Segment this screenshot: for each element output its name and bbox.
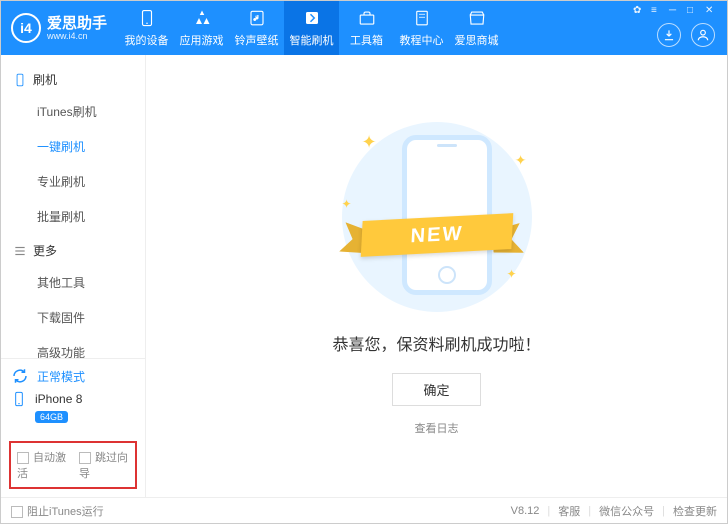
- close-icon[interactable]: ✕: [705, 5, 717, 17]
- nav-smart-flash[interactable]: 智能刷机: [284, 1, 339, 55]
- check-block-itunes[interactable]: 阻止iTunes运行: [11, 503, 104, 519]
- sidebar: 刷机 iTunes刷机 一键刷机 专业刷机 批量刷机 更多 其他工具 下载固件 …: [1, 55, 146, 497]
- nav-label: 应用游戏: [180, 32, 224, 48]
- nav-label: 爱思商城: [455, 32, 499, 48]
- sidebar-item-batch-flash[interactable]: 批量刷机: [1, 199, 145, 234]
- nav-shop[interactable]: 爱思商城: [449, 1, 504, 55]
- nav-tutorials[interactable]: 教程中心: [394, 1, 449, 55]
- nav-label: 工具箱: [350, 32, 383, 48]
- sidebar-item-other-tools[interactable]: 其他工具: [1, 265, 145, 300]
- ribbon-text: NEW: [360, 213, 513, 257]
- footer-link-wechat[interactable]: 微信公众号: [599, 503, 654, 519]
- device-name: iPhone 8: [35, 392, 82, 406]
- group-title: 刷机: [33, 71, 57, 88]
- nav-label: 教程中心: [400, 32, 444, 48]
- maximize-icon[interactable]: □: [687, 5, 699, 17]
- brand-logo-icon: i4: [11, 13, 41, 43]
- apps-icon: [192, 8, 212, 28]
- options-highlighted: 自动激活 跳过向导: [9, 441, 137, 489]
- menu-icon[interactable]: ≡: [651, 5, 663, 17]
- list-icon: [13, 244, 27, 258]
- nav-label: 铃声壁纸: [235, 32, 279, 48]
- success-message: 恭喜您，保资料刷机成功啦！: [332, 331, 540, 355]
- mode-label: 正常模式: [37, 368, 85, 385]
- sidebar-item-pro-flash[interactable]: 专业刷机: [1, 164, 145, 199]
- sparkle-icon: ✦: [362, 132, 377, 153]
- sidebar-item-download-firmware[interactable]: 下载固件: [1, 300, 145, 335]
- skin-icon[interactable]: ✿: [633, 5, 645, 17]
- sidebar-group-more[interactable]: 更多: [1, 234, 145, 265]
- view-log-link[interactable]: 查看日志: [415, 420, 459, 436]
- sidebar-item-itunes-flash[interactable]: iTunes刷机: [1, 94, 145, 129]
- group-title: 更多: [33, 242, 57, 259]
- phone-icon: [137, 8, 157, 28]
- brand-url: www.i4.cn: [47, 31, 107, 41]
- sparkle-icon: ✦: [506, 267, 516, 281]
- toolbox-icon: [357, 8, 377, 28]
- download-button[interactable]: [657, 23, 681, 47]
- user-button[interactable]: [691, 23, 715, 47]
- check-label: 阻止iTunes运行: [27, 506, 104, 518]
- sidebar-group-flash[interactable]: 刷机: [1, 63, 145, 94]
- nav-label: 智能刷机: [290, 32, 334, 48]
- shop-icon: [467, 8, 487, 28]
- refresh-icon: [11, 367, 29, 385]
- nav-apps[interactable]: 应用游戏: [174, 1, 229, 55]
- version-label: V8.12: [511, 505, 540, 517]
- main-content: ✦ ✦ ✦ ✦ NEW 恭喜您，保资料刷机成功啦！ 确定 查看日志: [146, 55, 727, 497]
- phone-outline-icon: [13, 73, 27, 87]
- device-info[interactable]: iPhone 8: [11, 391, 135, 407]
- sparkle-icon: ✦: [515, 152, 527, 169]
- footer-link-support[interactable]: 客服: [558, 503, 580, 519]
- window-controls: ✿ ≡ ─ □ ✕: [633, 5, 717, 17]
- book-icon: [412, 8, 432, 28]
- nav-toolbox[interactable]: 工具箱: [339, 1, 394, 55]
- success-illustration: ✦ ✦ ✦ ✦ NEW: [327, 117, 547, 317]
- ok-button[interactable]: 确定: [392, 373, 480, 406]
- mode-normal[interactable]: 正常模式: [11, 367, 135, 385]
- footer-link-update[interactable]: 检查更新: [673, 503, 717, 519]
- storage-badge: 64GB: [35, 411, 68, 423]
- nav-label: 我的设备: [125, 32, 169, 48]
- flash-icon: [302, 8, 322, 28]
- check-skip-guide[interactable]: 跳过向导: [79, 449, 129, 481]
- sidebar-item-advanced[interactable]: 高级功能: [1, 335, 145, 358]
- top-bar: i4 爱思助手 www.i4.cn 我的设备 应用游戏 铃声壁纸 智能刷机: [1, 1, 727, 55]
- sidebar-item-onekey-flash[interactable]: 一键刷机: [1, 129, 145, 164]
- device-phone-icon: [11, 391, 27, 407]
- check-auto-activate[interactable]: 自动激活: [17, 449, 67, 481]
- music-icon: [247, 8, 267, 28]
- nav-ringtones[interactable]: 铃声壁纸: [229, 1, 284, 55]
- brand-name: 爱思助手: [47, 16, 107, 31]
- new-ribbon: NEW: [332, 207, 532, 257]
- minimize-icon[interactable]: ─: [669, 5, 681, 17]
- status-bar: 阻止iTunes运行 V8.12 | 客服 | 微信公众号 | 检查更新: [1, 497, 727, 523]
- brand: i4 爱思助手 www.i4.cn: [11, 13, 107, 43]
- nav-my-device[interactable]: 我的设备: [119, 1, 174, 55]
